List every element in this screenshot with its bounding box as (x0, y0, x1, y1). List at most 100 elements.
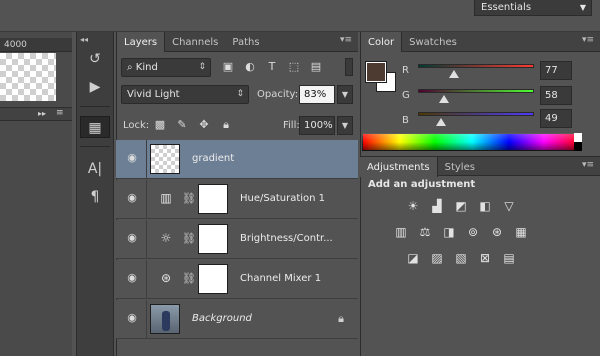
ruler-value: 4000 (4, 40, 27, 50)
opacity-input[interactable]: 83% (299, 85, 335, 104)
adjustments-panel-tabs: Adjustments Styles ▾≡ (360, 156, 600, 177)
color-adjustments-panel: Color Swatches ▾≡ (360, 32, 600, 356)
layer-row[interactable]: ◉ ▥ ⛓︎ Hue/Saturation 1 (116, 180, 358, 219)
eye-icon[interactable]: ◉ (125, 152, 139, 163)
collapse-arrows-icon[interactable]: ◂◂ (80, 35, 88, 44)
layer-mask-thumbnail (198, 184, 228, 214)
tab-adjustments[interactable]: Adjustments (360, 157, 438, 177)
shape-filter-icon[interactable]: ⬚ (287, 60, 301, 74)
black-swatch[interactable] (574, 142, 582, 151)
layer-thumbnail (150, 144, 180, 174)
red-slider-track[interactable] (418, 64, 534, 68)
type-filter-icon[interactable]: T (265, 60, 279, 74)
white-swatch[interactable] (574, 133, 582, 142)
chevron-updown-icon: ⇕ (236, 89, 244, 99)
paragraph-icon[interactable]: ¶ (80, 186, 110, 208)
layer-name[interactable]: gradient (192, 153, 234, 164)
green-value-input[interactable]: 58 (540, 86, 572, 105)
brightness-contrast-icon[interactable]: ☀ (404, 198, 422, 214)
layer-name[interactable]: Brightness/Contr... (240, 233, 333, 244)
foreground-color-swatch[interactable] (365, 61, 387, 83)
layer-name[interactable]: Background (192, 313, 252, 324)
canvas-transparent-area[interactable] (0, 53, 56, 101)
color-panel-tabs: Color Swatches ▾≡ (361, 32, 600, 52)
pixel-filter-icon[interactable]: ▣ (221, 60, 235, 74)
lock-transparent-icon[interactable]: ▩ (153, 118, 167, 132)
eye-icon[interactable]: ◉ (125, 192, 139, 203)
chain-link-icon[interactable]: ⛓︎ (182, 192, 196, 205)
lock-all-icon[interactable]: 🔒︎ (219, 118, 233, 132)
fill-input[interactable]: 100% (299, 116, 335, 135)
character-icon[interactable]: A| (80, 158, 110, 180)
black-white-icon[interactable]: ◨ (440, 224, 458, 240)
blue-slider-handle[interactable] (436, 118, 446, 126)
collapsed-panel-bar[interactable]: ▸▸ ≡ (0, 107, 72, 121)
expand-panels-icon[interactable]: ▸▸ (38, 109, 46, 118)
divider (146, 260, 147, 299)
red-value-input[interactable]: 77 (540, 61, 572, 80)
chain-link-icon[interactable]: ⛓︎ (182, 272, 196, 285)
fill-label: Fill: (283, 120, 300, 131)
photo-filter-icon[interactable]: ⊚ (464, 224, 482, 240)
search-icon: ⌕ (127, 62, 136, 73)
actions-play-icon[interactable]: ▶ (80, 76, 110, 98)
eye-icon[interactable]: ◉ (125, 232, 139, 243)
divider (146, 300, 147, 339)
layer-filter-select[interactable]: ⌕ Kind ⇕ (121, 58, 211, 77)
chain-link-icon[interactable]: ⛓︎ (182, 232, 196, 245)
panel-menu-icon[interactable]: ≡ (56, 108, 64, 118)
blue-slider-track[interactable] (418, 112, 534, 116)
lock-position-move-icon[interactable]: ✥ (197, 118, 211, 132)
eye-icon[interactable]: ◉ (125, 272, 139, 283)
layers-panel-icon[interactable]: ▦ (80, 116, 110, 138)
blend-mode-select[interactable]: Vivid Light ⇕ (121, 85, 249, 104)
green-slider-handle[interactable] (439, 95, 449, 103)
tab-styles[interactable]: Styles (438, 157, 482, 177)
channel-mixer-icon[interactable]: ⊛ (488, 224, 506, 240)
color-lookup-icon[interactable]: ▦ (512, 224, 530, 240)
vibrance-icon[interactable]: ▽ (500, 198, 518, 214)
workspace-dropdown[interactable]: Essentials ▼ (474, 0, 592, 16)
divider (80, 146, 110, 147)
threshold-icon[interactable]: ▧ (452, 250, 470, 266)
blend-mode-value: Vivid Light (127, 89, 180, 100)
opacity-dropdown-button[interactable]: ▼ (337, 85, 353, 104)
blue-value-input[interactable]: 49 (540, 109, 572, 128)
lock-icon: 🔒︎ (338, 312, 344, 325)
invert-icon[interactable]: ◪ (404, 250, 422, 266)
green-slider-track[interactable] (418, 89, 534, 93)
tab-paths[interactable]: Paths (225, 32, 266, 52)
tab-swatches[interactable]: Swatches (402, 32, 464, 52)
panel-menu-icon[interactable]: ▾≡ (576, 32, 600, 51)
exposure-icon[interactable]: ◧ (476, 198, 494, 214)
filter-toggle[interactable] (345, 58, 353, 76)
layer-name[interactable]: Channel Mixer 1 (240, 273, 321, 284)
selective-color-icon[interactable]: ⊠ (476, 250, 494, 266)
curves-icon[interactable]: ◩ (452, 198, 470, 214)
history-icon[interactable]: ↺ (80, 48, 110, 70)
gradient-map-icon[interactable]: ▤ (500, 250, 518, 266)
tab-color[interactable]: Color (361, 32, 403, 52)
posterize-icon[interactable]: ▨ (428, 250, 446, 266)
panel-menu-icon[interactable]: ▾≡ (334, 32, 358, 51)
divider (80, 106, 110, 107)
layer-row[interactable]: ◉ ⊛ ⛓︎ Channel Mixer 1 (116, 260, 358, 299)
red-slider-handle[interactable] (449, 70, 459, 78)
hue-saturation-icon[interactable]: ▥ (392, 224, 410, 240)
channel-label-b: B (402, 115, 409, 126)
lock-image-brush-icon[interactable]: ✎ (175, 118, 189, 132)
adjustment-filter-icon[interactable]: ◐ (243, 60, 257, 74)
fill-dropdown-button[interactable]: ▼ (337, 116, 353, 135)
layer-name[interactable]: Hue/Saturation 1 (240, 193, 325, 204)
smart-object-filter-icon[interactable]: ▤ (309, 60, 323, 74)
tab-channels[interactable]: Channels (165, 32, 225, 52)
levels-icon[interactable]: ▟ (428, 198, 446, 214)
layer-row[interactable]: ◉ Background 🔒︎ (116, 300, 358, 339)
panel-menu-icon[interactable]: ▾≡ (576, 157, 600, 175)
eye-icon[interactable]: ◉ (125, 312, 139, 323)
tab-layers[interactable]: Layers (117, 32, 166, 52)
layer-row[interactable]: ◉ ☼ ⛓︎ Brightness/Contr... (116, 220, 358, 259)
spectrum-shade-overlay[interactable] (362, 133, 582, 151)
color-balance-icon[interactable]: ⚖ (416, 224, 434, 240)
layer-row[interactable]: ◉ gradient (116, 140, 358, 179)
